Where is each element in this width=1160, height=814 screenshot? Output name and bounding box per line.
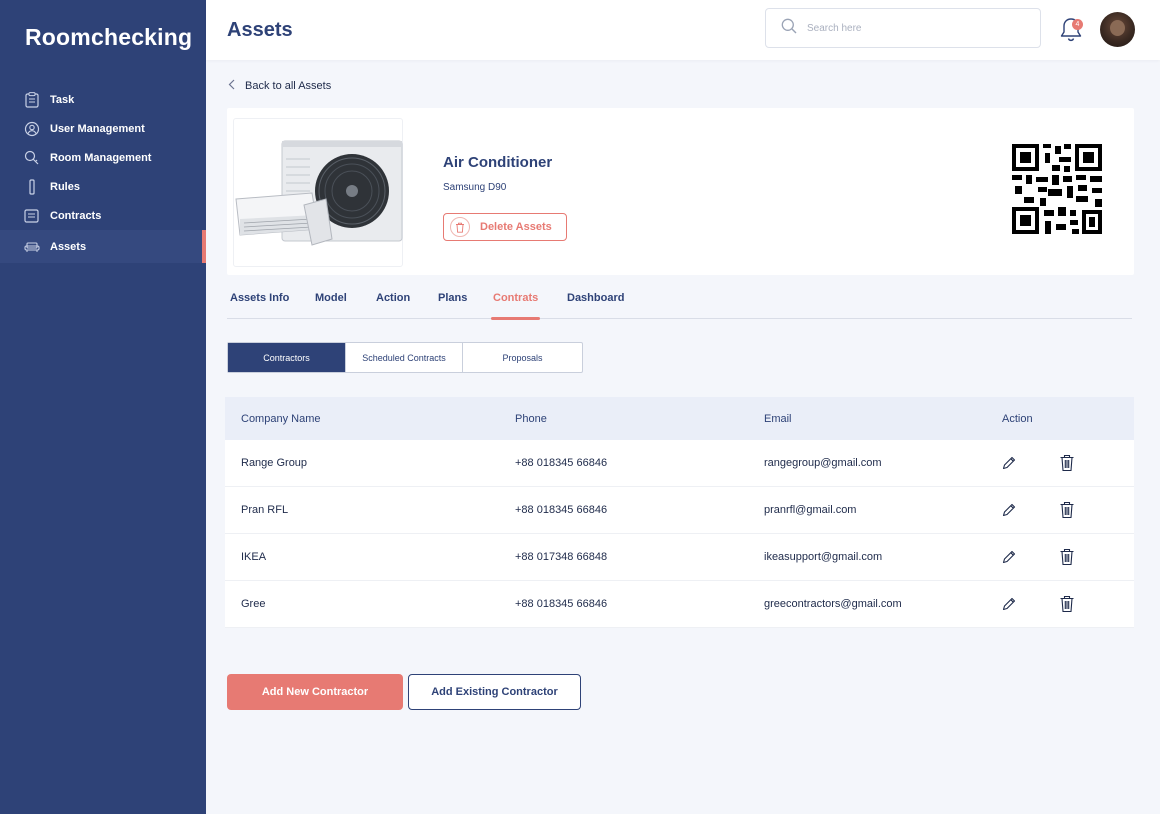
table-header: Company Name Phone Email Action	[225, 397, 1134, 440]
sidebar-item-label: Assets	[50, 240, 87, 253]
sidebar-item-task[interactable]: Task	[0, 85, 206, 114]
sidebar-item-assets[interactable]: Assets	[0, 230, 206, 263]
contractors-table: Company Name Phone Email Action Range Gr…	[225, 397, 1134, 628]
company-name: Pran RFL	[241, 504, 289, 516]
column-header: Email	[764, 412, 792, 425]
table-row: Range Group +88 018345 66846 rangegroup@…	[225, 440, 1134, 487]
avatar[interactable]	[1100, 12, 1135, 47]
trash-icon	[450, 217, 470, 237]
asset-model: Samsung D90	[443, 182, 507, 193]
tab-plans[interactable]: Plans	[438, 292, 467, 319]
search-input[interactable]	[807, 22, 1027, 34]
back-link-label: Back to all Assets	[245, 80, 332, 92]
sidebar-item-label: User Management	[50, 122, 145, 135]
email: pranrfl@gmail.com	[764, 504, 857, 516]
search-box[interactable]	[765, 8, 1041, 48]
rules-icon	[24, 178, 40, 195]
email: rangegroup@gmail.com	[764, 457, 882, 469]
tab-action[interactable]: Action	[376, 292, 410, 319]
email: ikeasupport@gmail.com	[764, 551, 883, 563]
sidebar-item-label: Task	[50, 93, 75, 106]
edit-icon[interactable]	[1001, 549, 1017, 565]
segment-scheduled-contracts[interactable]: Scheduled Contracts	[346, 343, 463, 372]
contract-segments: Contractors Scheduled Contracts Proposal…	[227, 342, 583, 373]
trash-icon[interactable]	[1059, 454, 1075, 472]
clipboard-icon	[24, 91, 40, 108]
edit-icon[interactable]	[1001, 502, 1017, 518]
email: greecontractors@gmail.com	[764, 598, 902, 610]
contract-icon	[24, 208, 40, 224]
sidebar-item-rules[interactable]: Rules	[0, 172, 206, 201]
top-bar: Assets 4	[206, 0, 1160, 60]
sidebar-item-contracts[interactable]: Contracts	[0, 201, 206, 230]
add-existing-contractor-button[interactable]: Add Existing Contractor	[408, 674, 581, 710]
phone: +88 018345 66846	[515, 504, 608, 516]
column-header: Action	[1002, 412, 1033, 425]
company-name: Gree	[241, 598, 266, 610]
company-name: Range Group	[241, 457, 308, 469]
table-row: Gree +88 018345 66846 greecontractors@gm…	[225, 581, 1134, 628]
asset-card: Air Conditioner Samsung D90 Delete Asset…	[227, 108, 1134, 275]
tab-model[interactable]: Model	[315, 292, 347, 319]
sidebar-item-user-management[interactable]: User Management	[0, 114, 206, 143]
chevron-left-icon	[228, 79, 235, 93]
segment-contractors[interactable]: Contractors	[228, 343, 346, 372]
sidebar-item-label: Contracts	[50, 209, 102, 222]
company-name: IKEA	[241, 551, 267, 563]
back-link[interactable]: Back to all Assets	[228, 79, 331, 93]
brand-logo: Roomchecking	[25, 24, 193, 50]
phone: +88 017348 66848	[515, 551, 608, 563]
sidebar-nav: Task User Management Room Management Rul…	[0, 85, 206, 263]
qr-code	[1001, 132, 1111, 242]
asset-name: Air Conditioner	[443, 154, 553, 171]
table-row: Pran RFL +88 018345 66846 pranrfl@gmail.…	[225, 487, 1134, 534]
sofa-icon	[24, 239, 40, 255]
trash-icon[interactable]	[1059, 501, 1075, 519]
sidebar: Roomchecking Task User Management Room M…	[0, 0, 206, 814]
phone: +88 018345 66846	[515, 598, 608, 610]
phone: +88 018345 66846	[515, 457, 608, 469]
sidebar-item-room-management[interactable]: Room Management	[0, 143, 206, 172]
trash-icon[interactable]	[1059, 595, 1075, 613]
sidebar-item-label: Rules	[50, 180, 80, 193]
edit-icon[interactable]	[1001, 455, 1017, 471]
tab-contrats[interactable]: Contrats	[490, 292, 541, 320]
sidebar-item-label: Room Management	[50, 151, 152, 164]
table-row: IKEA +88 017348 66848 ikeasupport@gmail.…	[225, 534, 1134, 581]
add-new-contractor-button[interactable]: Add New Contractor	[227, 674, 403, 710]
search-icon	[781, 18, 797, 39]
delete-assets-button[interactable]: Delete Assets	[443, 213, 567, 241]
tab-dashboard[interactable]: Dashboard	[567, 292, 624, 319]
page-title: Assets	[227, 19, 293, 41]
asset-image	[233, 118, 403, 267]
delete-assets-label: Delete Assets	[480, 221, 552, 233]
column-header: Company Name	[241, 412, 321, 425]
segment-proposals[interactable]: Proposals	[463, 343, 582, 372]
users-icon	[24, 121, 40, 137]
door-icon	[24, 150, 40, 166]
asset-tabs: Assets Info Model Action Plans Contrats …	[227, 292, 1132, 320]
edit-icon[interactable]	[1001, 596, 1017, 612]
trash-icon[interactable]	[1059, 548, 1075, 566]
tab-assets-info[interactable]: Assets Info	[230, 292, 289, 319]
column-header: Phone	[515, 412, 547, 425]
notification-badge: 4	[1072, 19, 1083, 30]
